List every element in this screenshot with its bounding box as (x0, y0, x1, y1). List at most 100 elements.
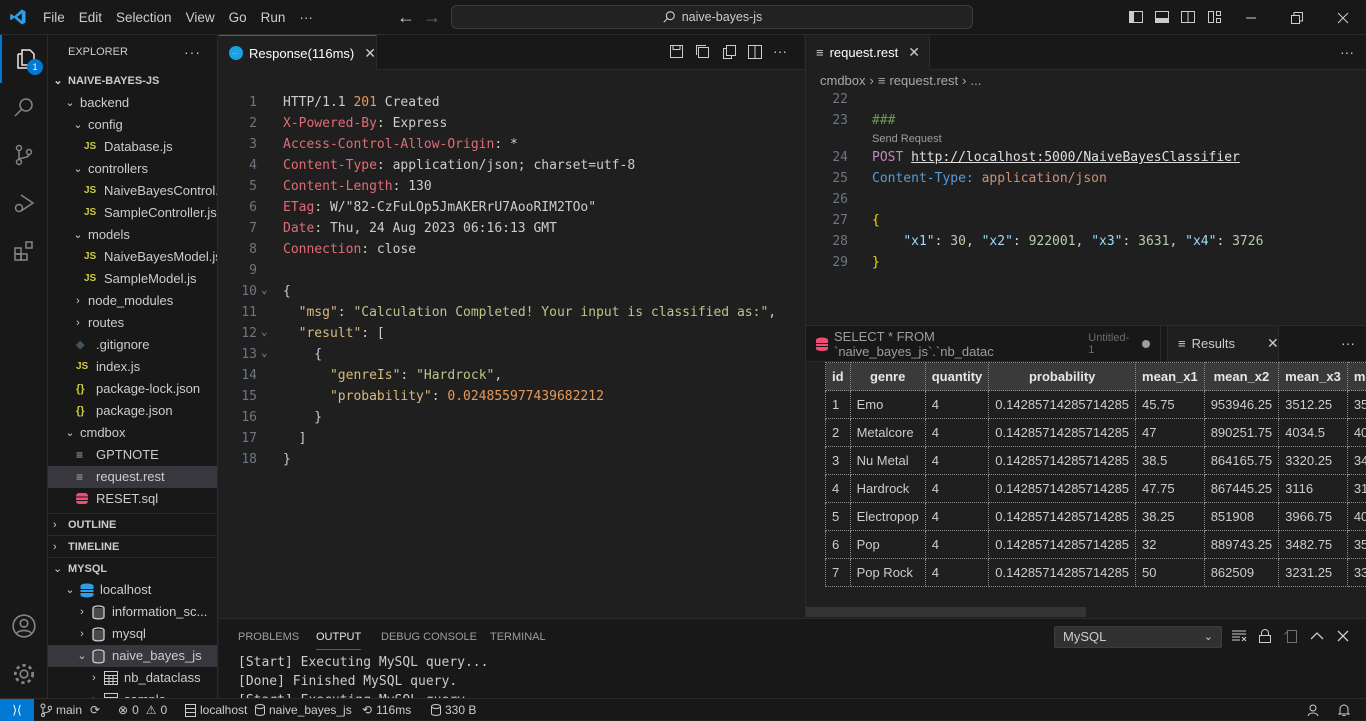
tree-folder[interactable]: ›node_modules (48, 290, 217, 312)
table-row[interactable]: 4Hardrock40.1428571428571428547.75867445… (826, 475, 1366, 503)
tree-folder[interactable]: ⌄models (48, 224, 217, 246)
table-cell[interactable]: 0.14285714285714285 (989, 559, 1136, 587)
problems-indicator[interactable]: ⊗0 ⚠0 (118, 699, 167, 721)
tree-item[interactable]: ≡GPTNOTE (48, 444, 217, 466)
table-cell[interactable]: 0.14285714285714285 (989, 531, 1136, 559)
tree-folder[interactable]: ⌄controllers (48, 158, 217, 180)
table-cell[interactable]: Metalcore (850, 419, 925, 447)
tree-item[interactable]: ⌄naive_bayes_js (48, 645, 217, 667)
tab-response[interactable]: ··· Response(116ms) ✕ (219, 35, 377, 70)
tree-item[interactable]: ›nb_dataclass (48, 667, 217, 689)
table-row[interactable]: 2Metalcore40.1428571428571428547890251.7… (826, 419, 1366, 447)
timeline-section[interactable]: ›TIMELINE (48, 535, 217, 557)
column-header[interactable]: mean_x1 (1136, 363, 1205, 391)
search-activity[interactable] (0, 83, 48, 131)
table-cell[interactable]: 38.5 (1136, 447, 1205, 475)
table-cell[interactable]: 3512.25 (1279, 391, 1348, 419)
table-cell[interactable]: 4034.5 (1279, 419, 1348, 447)
tree-item[interactable]: {}package-lock.json (48, 378, 217, 400)
maximize-panel-icon[interactable] (1309, 628, 1325, 644)
explorer-more-button[interactable]: ··· (184, 35, 201, 70)
table-cell[interactable]: Pop Rock (850, 559, 925, 587)
table-row[interactable]: 1Emo40.1428571428571428545.75953946.2535… (826, 391, 1366, 419)
toggle-panel-icon[interactable] (1154, 9, 1170, 25)
tree-item[interactable]: JSDatabase.js (48, 136, 217, 158)
tree-item[interactable]: {}package.json (48, 400, 217, 422)
table-cell[interactable]: 3482.75 (1279, 531, 1348, 559)
tree-item[interactable]: ⌄localhost (48, 579, 217, 601)
accounts-status-icon[interactable] (1307, 699, 1321, 721)
more-actions-icon[interactable]: ··· (773, 44, 787, 60)
tab-results[interactable]: ≡ Results ✕ (1167, 326, 1279, 361)
table-cell[interactable]: 4 (925, 475, 989, 503)
close-tab-icon[interactable]: ✕ (364, 45, 376, 62)
more-actions-icon[interactable]: ··· (1341, 335, 1355, 351)
tree-item[interactable]: JSindex.js (48, 356, 217, 378)
table-cell[interactable]: 4024.7 (1347, 419, 1366, 447)
explorer-activity[interactable]: 1 (0, 35, 48, 83)
close-tab-icon[interactable]: ✕ (908, 44, 920, 61)
breadcrumb-folder[interactable]: cmdbox (820, 73, 866, 88)
table-cell[interactable]: 5 (826, 503, 851, 531)
customize-layout-icon[interactable] (1207, 9, 1223, 25)
table-cell[interactable]: 0.14285714285714285 (989, 419, 1136, 447)
extensions-activity[interactable] (0, 227, 48, 275)
restore-button[interactable] (1274, 0, 1320, 35)
lock-scroll-icon[interactable] (1257, 628, 1273, 644)
table-cell[interactable]: 864165.75 (1204, 447, 1278, 475)
tree-item[interactable]: ◆.gitignore (48, 334, 217, 356)
branch-indicator[interactable]: main ⟳ (40, 699, 100, 721)
split-editor-icon[interactable] (747, 44, 763, 60)
open-log-icon[interactable] (1283, 628, 1299, 644)
menu-go[interactable]: Go (222, 0, 254, 35)
table-cell[interactable]: 47 (1136, 419, 1205, 447)
horizontal-scrollbar[interactable] (806, 607, 1086, 617)
table-cell[interactable]: 47.75 (1136, 475, 1205, 503)
tab-terminal[interactable]: TERMINAL (490, 631, 546, 643)
table-cell[interactable]: 3168.2 (1347, 475, 1366, 503)
column-header[interactable]: id (826, 363, 851, 391)
column-header[interactable]: quantity (925, 363, 989, 391)
column-header[interactable]: genre (850, 363, 925, 391)
table-cell[interactable]: 4 (925, 503, 989, 531)
table-cell[interactable]: 4 (925, 559, 989, 587)
table-cell[interactable]: 4 (925, 391, 989, 419)
table-cell[interactable]: 4 (826, 475, 851, 503)
table-cell[interactable]: 851908 (1204, 503, 1278, 531)
tree-item[interactable]: JSSampleModel.js (48, 268, 217, 290)
menu-selection[interactable]: Selection (109, 0, 179, 35)
tree-item[interactable]: JSNaiveBayesModel.js (48, 246, 217, 268)
table-cell[interactable]: 4034.2 (1347, 503, 1366, 531)
tree-folder[interactable]: ⌄cmdbox (48, 422, 217, 444)
table-cell[interactable]: 0.14285714285714285 (989, 503, 1136, 531)
source-control-activity[interactable] (0, 131, 48, 179)
table-cell[interactable]: Emo (850, 391, 925, 419)
table-cell[interactable]: 0.14285714285714285 (989, 447, 1136, 475)
table-cell[interactable]: 3306.2 (1347, 559, 1366, 587)
table-cell[interactable]: 3400.7 (1347, 447, 1366, 475)
table-cell[interactable]: 0.14285714285714285 (989, 391, 1136, 419)
database-indicator[interactable]: naive_bayes_js (255, 699, 352, 721)
column-header[interactable]: mean_x2 (1204, 363, 1278, 391)
table-cell[interactable]: 890251.75 (1204, 419, 1278, 447)
send-request-codelens[interactable]: Send Request (872, 131, 942, 147)
mysql-section[interactable]: ⌄MYSQL (48, 557, 217, 579)
command-center-search[interactable]: naive-bayes-js (451, 5, 973, 29)
close-tab-icon[interactable]: ✕ (1267, 335, 1279, 352)
table-row[interactable]: 7Pop Rock40.1428571428571428550862509323… (826, 559, 1366, 587)
unsaved-dot-icon[interactable] (1142, 340, 1150, 348)
table-cell[interactable]: 4 (925, 447, 989, 475)
copy-icon[interactable] (721, 44, 737, 60)
table-cell[interactable]: 3 (826, 447, 851, 475)
table-cell[interactable]: 32 (1136, 531, 1205, 559)
table-row[interactable]: 6Pop40.1428571428571428532889743.253482.… (826, 531, 1366, 559)
notifications-bell-icon[interactable] (1338, 699, 1350, 721)
save-body-icon[interactable] (695, 44, 711, 60)
menu-file[interactable]: File (36, 0, 72, 35)
table-cell[interactable]: 4 (925, 419, 989, 447)
table-row[interactable]: 5Electropop40.1428571428571428538.258519… (826, 503, 1366, 531)
tree-item[interactable]: ›mysql (48, 623, 217, 645)
menu-edit[interactable]: Edit (72, 0, 109, 35)
tree-item[interactable]: JSSampleController.js (48, 202, 217, 224)
table-cell[interactable]: 953946.25 (1204, 391, 1278, 419)
